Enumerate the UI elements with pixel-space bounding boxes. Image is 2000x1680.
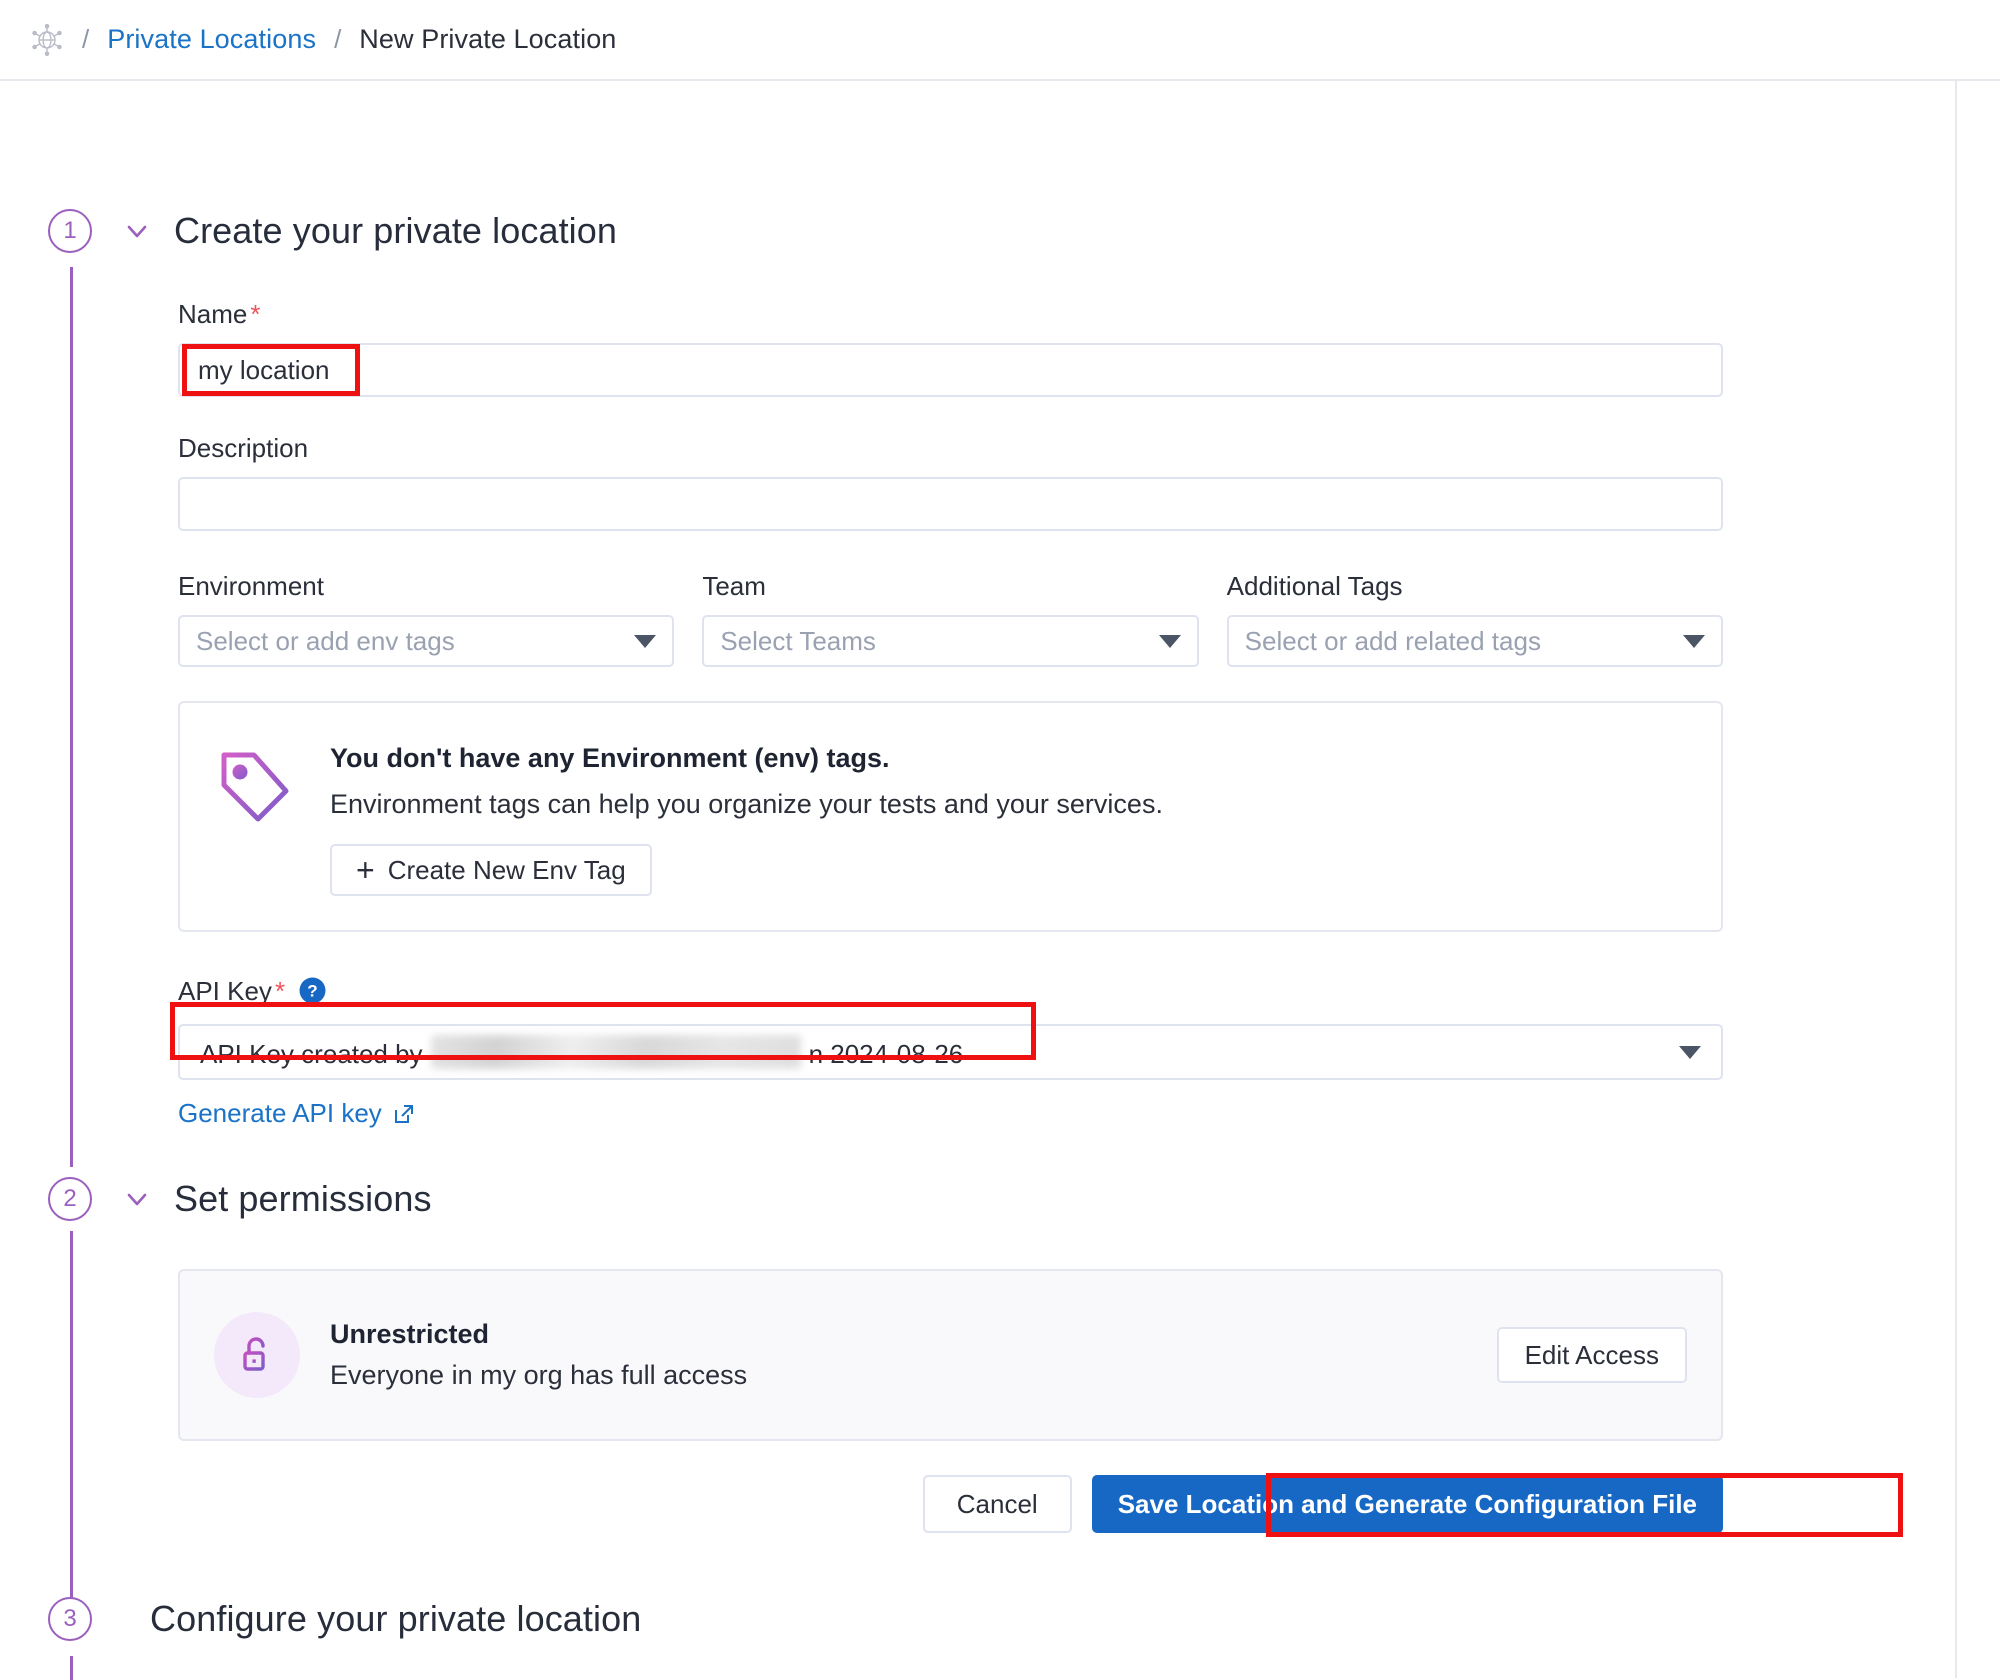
- env-tag-callout: You don't have any Environment (env) tag…: [178, 701, 1723, 932]
- step-2-number: 2: [48, 1177, 92, 1221]
- step-1-header[interactable]: 1 Create your private location: [48, 209, 617, 253]
- permission-subtitle: Everyone in my org has full access: [330, 1360, 748, 1390]
- additional-tags-select[interactable]: Select or add related tags: [1226, 615, 1723, 667]
- generate-api-key-label: Generate API key: [178, 1098, 382, 1128]
- description-field-group: Description: [178, 433, 1723, 531]
- breadcrumb-separator-1: /: [82, 24, 90, 54]
- external-link-icon: [392, 1102, 416, 1126]
- cancel-button[interactable]: Cancel: [922, 1475, 1072, 1533]
- right-divider: [1955, 81, 1957, 1678]
- set-permissions-content: Unrestricted Everyone in my org has full…: [178, 1269, 1723, 1533]
- chevron-down-icon: [1679, 1045, 1701, 1059]
- svg-text:?: ?: [307, 982, 317, 1001]
- create-location-form: Name * my location Description Environmen…: [178, 299, 1723, 1129]
- tag-icon: [214, 745, 298, 829]
- environment-select[interactable]: Select or add env tags: [178, 615, 675, 667]
- step-3-header[interactable]: 3 Configure your private location: [48, 1597, 641, 1641]
- environment-field-group: Environment Select or add env tags: [178, 571, 675, 667]
- step-2-title: Set permissions: [174, 1178, 432, 1219]
- form-actions: Cancel Save Location and Generate Config…: [178, 1475, 1723, 1533]
- team-label: Team: [702, 571, 766, 601]
- env-tag-callout-title: You don't have any Environment (env) tag…: [330, 743, 890, 773]
- help-circle-icon[interactable]: ?: [299, 977, 326, 1010]
- name-input[interactable]: my location: [178, 343, 1723, 397]
- name-required-marker: *: [250, 299, 261, 329]
- unlock-icon: [235, 1333, 279, 1377]
- breadcrumb-bar: / Private Locations / New Private Locati…: [0, 0, 2000, 81]
- api-key-label: API Key *?: [178, 976, 326, 1011]
- chevron-down-icon[interactable]: [120, 1182, 154, 1216]
- tags-row: Environment Select or add env tags Team …: [178, 571, 1723, 667]
- breadcrumb-link-private-locations[interactable]: Private Locations: [107, 24, 316, 55]
- api-key-value: API Key created by n 2024-08-26: [200, 1034, 963, 1070]
- permission-text: Unrestricted Everyone in my org has full…: [330, 1319, 747, 1391]
- api-key-select[interactable]: API Key created by n 2024-08-26: [178, 1024, 1723, 1080]
- plus-icon: +: [356, 852, 375, 888]
- chevron-down-icon: [1682, 634, 1705, 648]
- step-3-title: Configure your private location: [150, 1598, 642, 1639]
- api-key-redacted-owner: [430, 1034, 801, 1069]
- api-key-required-marker: *: [274, 976, 286, 1006]
- additional-tags-select-value: Select or add related tags: [1244, 625, 1541, 656]
- stepper-connector-1: [70, 267, 73, 1167]
- permission-title: Unrestricted: [330, 1319, 490, 1349]
- description-input[interactable]: [178, 477, 1723, 531]
- breadcrumb-separator-2: /: [334, 24, 342, 54]
- page-body: 1 Create your private location 2 Set per…: [0, 81, 2000, 1680]
- stepper-connector-3: [70, 1656, 73, 1680]
- env-tag-callout-subtitle: Environment tags can help you organize y…: [330, 789, 1163, 819]
- api-key-field-group: API Key *? API Key created by n 2024-08-26…: [178, 976, 1723, 1129]
- step-1-number: 1: [48, 209, 92, 253]
- team-select[interactable]: Select Teams: [702, 615, 1199, 667]
- step-3-number: 3: [48, 1597, 92, 1641]
- step-1-title: Create your private location: [174, 210, 618, 251]
- create-new-env-tag-button[interactable]: + Create New Env Tag: [330, 844, 652, 896]
- additional-tags-label: Additional Tags: [1226, 571, 1403, 601]
- step-2-header[interactable]: 2 Set permissions: [48, 1177, 432, 1221]
- additional-tags-field-group: Additional Tags Select or add related ta…: [1226, 571, 1723, 667]
- generate-api-key-link[interactable]: Generate API key: [178, 1098, 416, 1129]
- description-label: Description: [178, 433, 309, 463]
- name-label: Name *: [178, 299, 261, 329]
- env-tag-callout-body: You don't have any Environment (env) tag…: [330, 739, 1163, 896]
- name-field-group: Name * my location: [178, 299, 1723, 397]
- team-field-group: Team Select Teams: [702, 571, 1199, 667]
- breadcrumb-current-page: New Private Location: [359, 24, 617, 54]
- chevron-down-icon[interactable]: [120, 214, 154, 248]
- chevron-down-icon: [634, 634, 657, 648]
- environment-select-value: Select or add env tags: [196, 625, 455, 656]
- globe-icon[interactable]: [30, 23, 64, 57]
- permission-card: Unrestricted Everyone in my org has full…: [178, 1269, 1723, 1441]
- stepper-connector-2: [70, 1231, 73, 1601]
- permission-icon-wrap: [214, 1312, 300, 1398]
- create-new-env-tag-label: Create New Env Tag: [387, 854, 626, 885]
- environment-label: Environment: [178, 571, 324, 601]
- chevron-down-icon: [1158, 634, 1181, 648]
- team-select-value: Select Teams: [720, 625, 876, 656]
- save-location-button[interactable]: Save Location and Generate Configuration…: [1091, 1475, 1723, 1533]
- edit-access-button[interactable]: Edit Access: [1496, 1327, 1687, 1383]
